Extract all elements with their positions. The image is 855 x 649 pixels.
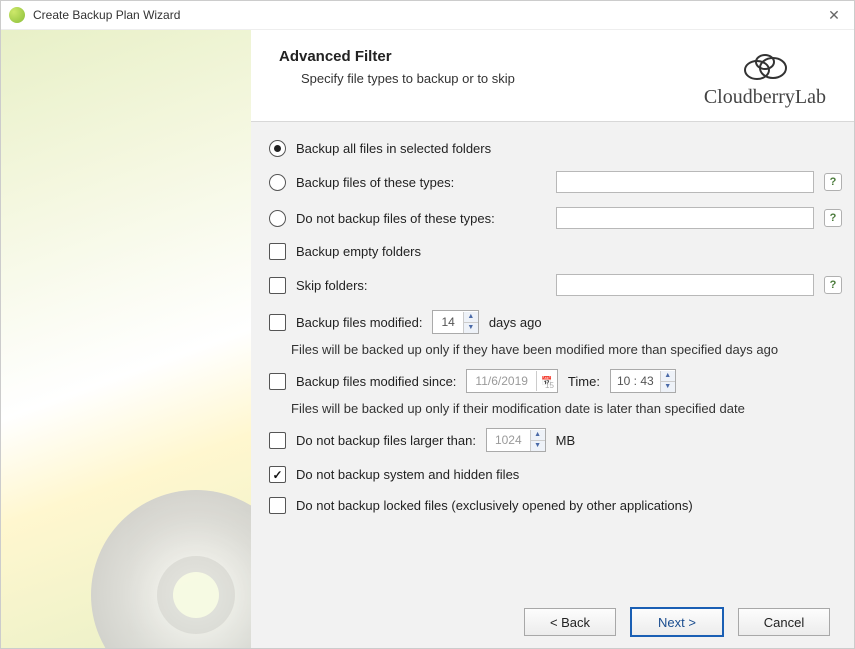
chevron-up-icon[interactable]: ▲ [661, 371, 675, 382]
size-value: 1024 [487, 433, 530, 447]
chevron-down-icon[interactable]: ▼ [464, 323, 478, 333]
wizard-footer: < Back Next > Cancel [251, 596, 854, 648]
check-skip-folders[interactable] [269, 277, 286, 294]
chevron-up-icon[interactable]: ▲ [464, 312, 478, 323]
days-value: 14 [433, 315, 462, 329]
date-value: 11/6/2019 [467, 374, 536, 388]
radio-backup-types[interactable] [269, 174, 286, 191]
close-icon[interactable]: ✕ [822, 7, 846, 24]
check-modified-days-label: Backup files modified: [296, 315, 422, 330]
page-subtitle: Specify file types to backup or to skip [301, 71, 704, 86]
back-button[interactable]: < Back [524, 608, 616, 636]
chevron-down-icon[interactable]: ▼ [661, 382, 675, 392]
wizard-content: Backup all files in selected folders Bac… [251, 122, 854, 596]
page-title: Advanced Filter [279, 48, 704, 65]
days-spinner[interactable]: 14 ▲▼ [432, 310, 478, 334]
check-locked-files-label: Do not backup locked files (exclusively … [296, 498, 693, 513]
check-larger-than-label: Do not backup files larger than: [296, 433, 476, 448]
app-icon [9, 7, 25, 23]
next-button[interactable]: Next > [630, 607, 724, 637]
skip-folders-input[interactable] [556, 274, 814, 296]
time-label: Time: [568, 374, 600, 389]
size-spinner[interactable]: 1024 ▲▼ [486, 428, 546, 452]
size-unit: MB [556, 433, 576, 448]
modified-since-hint: Files will be backed up only if their mo… [291, 401, 842, 416]
cancel-button[interactable]: Cancel [738, 608, 830, 636]
help-icon[interactable]: ? [824, 173, 842, 191]
radio-backup-all-label: Backup all files in selected folders [296, 141, 491, 156]
window-title: Create Backup Plan Wizard [33, 8, 822, 22]
chevron-down-icon[interactable]: ▼ [531, 441, 545, 451]
check-modified-days[interactable] [269, 314, 286, 331]
wizard-sidebar-graphic [1, 30, 251, 648]
date-picker[interactable]: 11/6/2019 📅15 [466, 369, 558, 393]
time-picker[interactable]: 10 : 43 ▲▼ [610, 369, 676, 393]
modified-days-hint: Files will be backed up only if they hav… [291, 342, 842, 357]
check-modified-since-label: Backup files modified since: [296, 374, 456, 389]
radio-backup-all[interactable] [269, 140, 286, 157]
chevron-up-icon[interactable]: ▲ [531, 430, 545, 441]
days-suffix: days ago [489, 315, 542, 330]
help-icon[interactable]: ? [824, 276, 842, 294]
check-backup-empty-label: Backup empty folders [296, 244, 421, 259]
check-locked-files[interactable] [269, 497, 286, 514]
wizard-window: Create Backup Plan Wizard ✕ Advanced Fil… [0, 0, 855, 649]
brand-name: CloudberryLab [704, 86, 826, 109]
disc-icon [91, 490, 251, 648]
wizard-header: Advanced Filter Specify file types to ba… [251, 30, 854, 122]
radio-exclude-types[interactable] [269, 210, 286, 227]
exclude-types-input[interactable] [556, 207, 814, 229]
check-modified-since[interactable] [269, 373, 286, 390]
radio-backup-types-label: Backup files of these types: [296, 175, 546, 190]
backup-types-input[interactable] [556, 171, 814, 193]
check-backup-empty[interactable] [269, 243, 286, 260]
titlebar: Create Backup Plan Wizard ✕ [1, 1, 854, 30]
cloud-icon [737, 48, 793, 84]
calendar-icon[interactable]: 📅15 [536, 371, 557, 391]
check-system-hidden[interactable] [269, 466, 286, 483]
check-skip-folders-label: Skip folders: [296, 278, 546, 293]
radio-exclude-types-label: Do not backup files of these types: [296, 211, 546, 226]
check-system-hidden-label: Do not backup system and hidden files [296, 467, 519, 482]
check-larger-than[interactable] [269, 432, 286, 449]
brand: CloudberryLab [704, 48, 826, 109]
help-icon[interactable]: ? [824, 209, 842, 227]
